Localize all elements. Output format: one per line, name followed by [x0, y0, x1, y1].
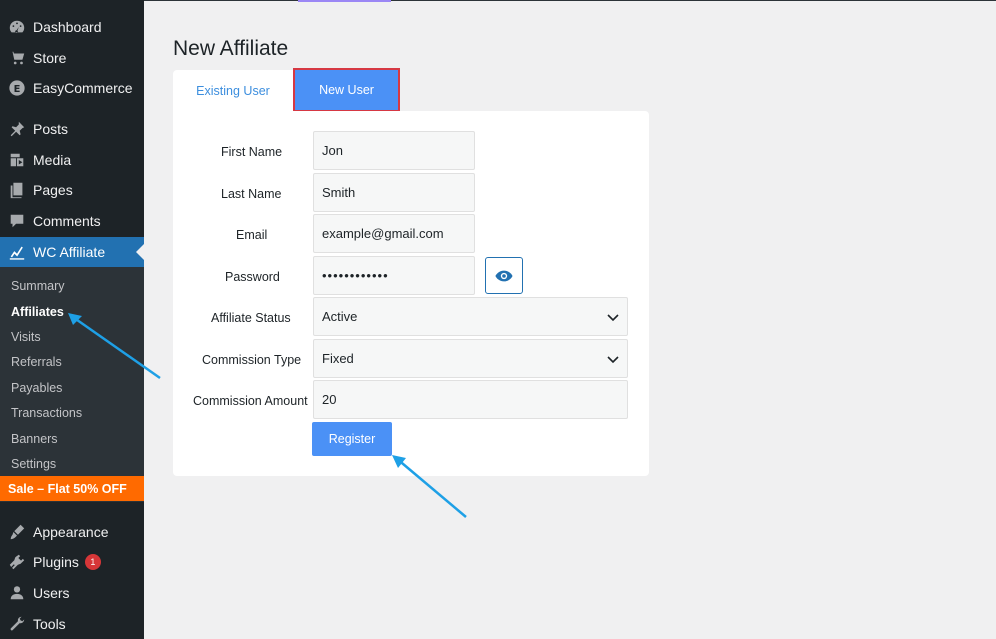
- menu-appearance[interactable]: Appearance: [0, 517, 144, 547]
- submenu-payables[interactable]: Payables: [11, 381, 62, 395]
- svg-text:E: E: [14, 84, 21, 95]
- comments-icon: [7, 211, 27, 231]
- admin-bar-edge: [144, 0, 996, 1]
- password-label: Password: [225, 270, 280, 284]
- menu-pages[interactable]: Pages: [0, 175, 144, 205]
- pin-icon: [7, 119, 27, 139]
- password-field[interactable]: ••••••••••••: [313, 256, 475, 295]
- submenu-transactions[interactable]: Transactions: [11, 406, 82, 420]
- affiliate-status-label: Affiliate Status: [211, 311, 291, 325]
- email-field[interactable]: example@gmail.com: [313, 214, 475, 253]
- email-label: Email: [236, 228, 268, 242]
- chevron-down-icon: [607, 351, 619, 366]
- user-type-tabs: Existing User New User: [173, 68, 649, 112]
- menu-label: WC Affiliate: [33, 244, 106, 260]
- menu-wc-affiliate[interactable]: WC Affiliate: [0, 237, 144, 267]
- affiliate-status-select[interactable]: Active: [313, 297, 628, 336]
- last-name-label: Last Name: [221, 187, 282, 201]
- toggle-password-button[interactable]: [485, 257, 523, 294]
- last-name-field[interactable]: Smith: [313, 173, 475, 212]
- plug-icon: [7, 552, 27, 572]
- first-name-field[interactable]: Jon: [313, 131, 475, 170]
- wrench-icon: [7, 614, 27, 634]
- first-name-label: First Name: [221, 145, 283, 159]
- menu-label: Store: [33, 50, 67, 66]
- menu-easycommerce[interactable]: E EasyCommerce: [0, 73, 144, 103]
- menu-label: Tools: [33, 616, 66, 632]
- menu-label: Pages: [33, 182, 73, 198]
- commission-amount-field[interactable]: 20: [313, 380, 628, 419]
- menu-label: Posts: [33, 121, 69, 137]
- brush-icon: [7, 522, 27, 542]
- affiliate-status-value: Active: [322, 309, 358, 324]
- menu-label: Comments: [33, 213, 101, 229]
- sale-banner[interactable]: Sale – Flat 50% OFF: [0, 476, 144, 501]
- submenu-summary[interactable]: Summary: [11, 279, 64, 293]
- pages-icon: [7, 180, 27, 200]
- commission-type-label: Commission Type: [202, 353, 302, 367]
- menu-label: Appearance: [33, 524, 109, 540]
- media-icon: [7, 150, 27, 170]
- user-icon: [7, 583, 27, 603]
- dashboard-icon: [7, 17, 27, 37]
- menu-posts[interactable]: Posts: [0, 114, 144, 144]
- page-title: New Affiliate: [173, 37, 289, 60]
- menu-comments[interactable]: Comments: [0, 206, 144, 236]
- menu-label: EasyCommerce: [33, 80, 133, 96]
- commission-type-select[interactable]: Fixed: [313, 339, 628, 378]
- tab-new-user[interactable]: New User: [293, 68, 400, 112]
- menu-label: Media: [33, 152, 72, 168]
- submenu-affiliates[interactable]: Affiliates: [11, 305, 64, 319]
- easycommerce-icon: E: [7, 78, 27, 98]
- chart-line-icon: [7, 242, 27, 262]
- menu-label: Plugins: [33, 554, 79, 570]
- commission-type-value: Fixed: [322, 351, 354, 366]
- admin-sidebar: Dashboard Store E EasyCommerce Posts Med…: [0, 0, 144, 639]
- submenu-referrals[interactable]: Referrals: [11, 355, 62, 369]
- cart-icon: [7, 48, 27, 68]
- register-button[interactable]: Register: [312, 422, 392, 456]
- top-accent-bar: [298, 0, 391, 2]
- submenu-banners[interactable]: Banners: [11, 432, 58, 446]
- menu-plugins[interactable]: Plugins 1: [0, 547, 144, 577]
- tab-existing-user[interactable]: Existing User: [173, 70, 293, 111]
- submenu-visits[interactable]: Visits: [11, 330, 41, 344]
- menu-tools[interactable]: Tools: [0, 609, 144, 639]
- menu-media[interactable]: Media: [0, 145, 144, 175]
- commission-amount-label: Commission Amount: [193, 394, 308, 408]
- menu-label: Dashboard: [33, 19, 102, 35]
- menu-users[interactable]: Users: [0, 578, 144, 608]
- eye-icon: [495, 269, 513, 283]
- plugins-update-badge: 1: [84, 554, 101, 570]
- menu-dashboard[interactable]: Dashboard: [0, 12, 144, 42]
- chevron-down-icon: [607, 309, 619, 324]
- menu-label: Users: [33, 585, 70, 601]
- menu-store[interactable]: Store: [0, 43, 144, 73]
- submenu-settings[interactable]: Settings: [11, 457, 56, 471]
